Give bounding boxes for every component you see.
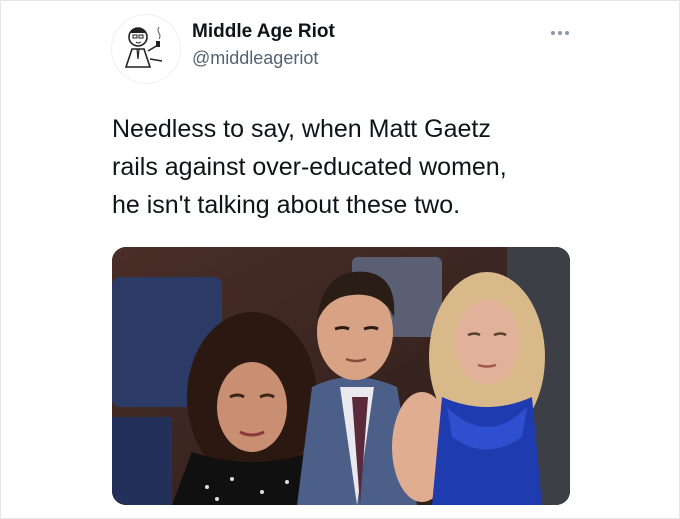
tweet-card[interactable]: Middle Age Riot @middleageriot Needless …	[0, 0, 680, 519]
author-name[interactable]: Middle Age Riot	[192, 21, 335, 43]
avatar-illustration-icon	[112, 15, 180, 83]
tweet-photo[interactable]	[112, 247, 570, 505]
more-options-icon[interactable]	[547, 27, 573, 39]
author-avatar[interactable]	[111, 14, 181, 84]
author-handle[interactable]: @middleageriot	[192, 48, 318, 69]
photo-icon	[112, 247, 570, 505]
tweet-text: Needless to say, when Matt Gaetz rails a…	[112, 115, 507, 219]
